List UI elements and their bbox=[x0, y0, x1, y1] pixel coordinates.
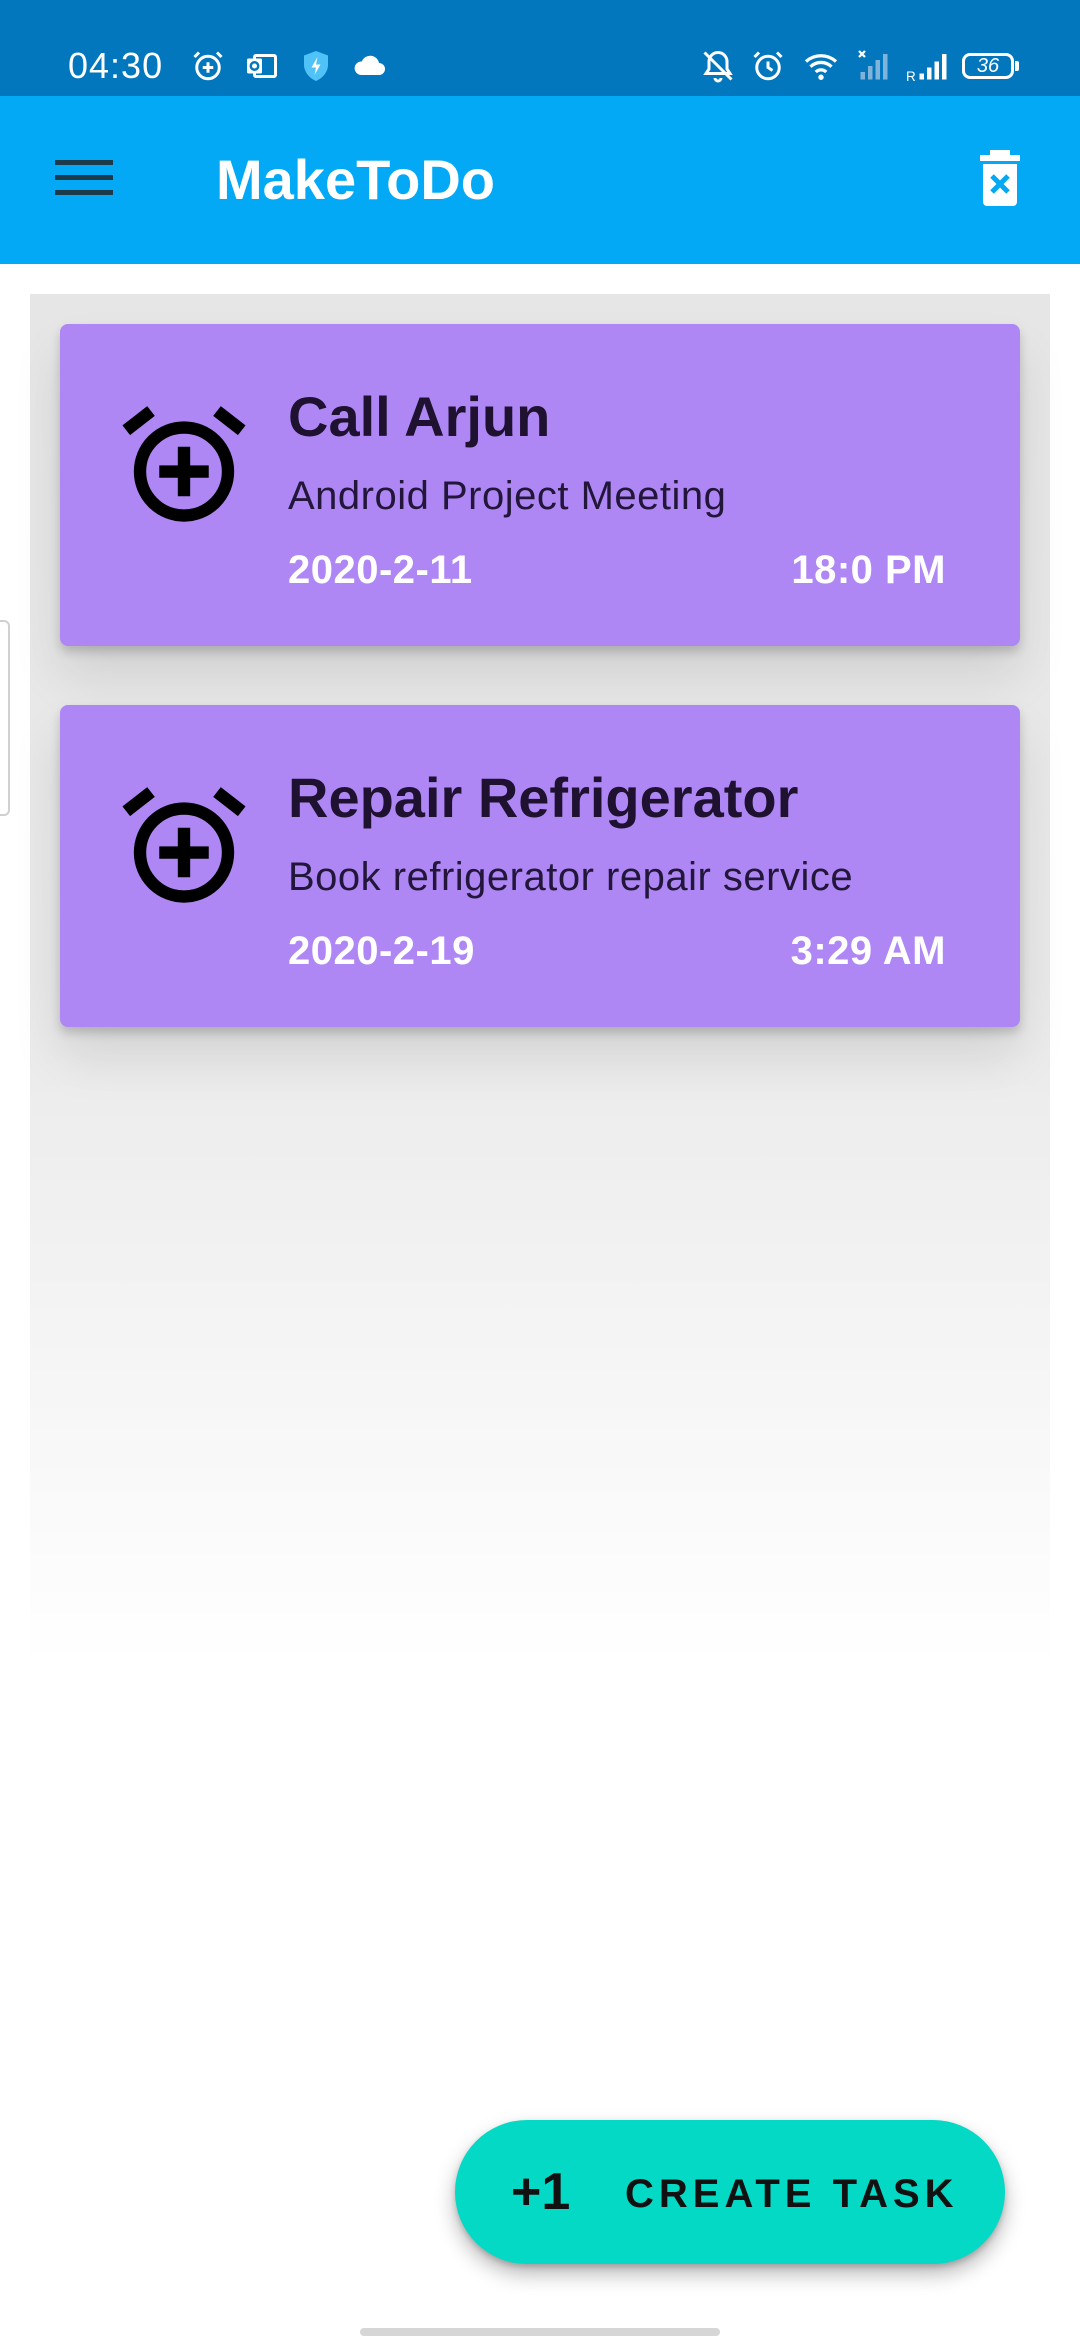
app-title: MakeToDo bbox=[216, 148, 495, 211]
signal-roaming-icon: R bbox=[906, 48, 948, 84]
menu-button[interactable] bbox=[40, 140, 128, 220]
task-time: 3:29 AM bbox=[790, 929, 946, 973]
plus-one-icon: +1 bbox=[511, 2163, 571, 2221]
signal-empty-icon bbox=[856, 48, 892, 84]
svg-text:R: R bbox=[906, 69, 916, 84]
edge-scroll-handle[interactable] bbox=[0, 620, 10, 816]
task-description: Book refrigerator repair service bbox=[288, 855, 854, 899]
task-time: 18:0 PM bbox=[791, 548, 946, 592]
outlook-icon bbox=[244, 48, 280, 84]
alarm-plus-icon bbox=[190, 48, 226, 84]
alarm-add-icon bbox=[118, 781, 250, 913]
task-date: 2020-2-19 bbox=[288, 929, 475, 973]
cloud-icon bbox=[352, 48, 388, 84]
wifi-icon bbox=[800, 48, 842, 84]
status-bar: 04:30 R 36 bbox=[0, 0, 1080, 96]
hamburger-menu-icon bbox=[55, 158, 113, 203]
task-date: 2020-2-11 bbox=[288, 548, 473, 592]
task-title: Repair Refrigerator bbox=[288, 766, 799, 829]
alarm-icon bbox=[750, 48, 786, 84]
task-title: Call Arjun bbox=[288, 385, 551, 448]
bell-off-icon bbox=[700, 48, 736, 84]
task-card[interactable]: Call Arjun Android Project Meeting 2020-… bbox=[60, 324, 1020, 646]
delete-all-button[interactable] bbox=[960, 140, 1040, 220]
status-left-icons bbox=[190, 46, 388, 86]
create-task-button[interactable]: +1 CREATE TASK bbox=[455, 2120, 1005, 2264]
shield-bolt-icon bbox=[298, 48, 334, 84]
task-list: Call Arjun Android Project Meeting 2020-… bbox=[30, 294, 1050, 1664]
screen: 04:30 R 36 MakeToDo Call Arjun Android P… bbox=[0, 0, 1080, 2340]
create-task-label: CREATE TASK bbox=[625, 2172, 959, 2216]
task-card[interactable]: Repair Refrigerator Book refrigerator re… bbox=[60, 705, 1020, 1027]
gesture-nav-bar[interactable] bbox=[360, 2328, 720, 2336]
status-right-icons: R 36 bbox=[700, 46, 1019, 86]
app-bar: MakeToDo bbox=[0, 96, 1080, 264]
alarm-add-icon bbox=[118, 400, 250, 532]
battery-icon: 36 bbox=[962, 53, 1019, 79]
delete-sweep-icon bbox=[978, 149, 1022, 211]
status-time: 04:30 bbox=[68, 45, 164, 86]
task-description: Android Project Meeting bbox=[288, 474, 727, 518]
